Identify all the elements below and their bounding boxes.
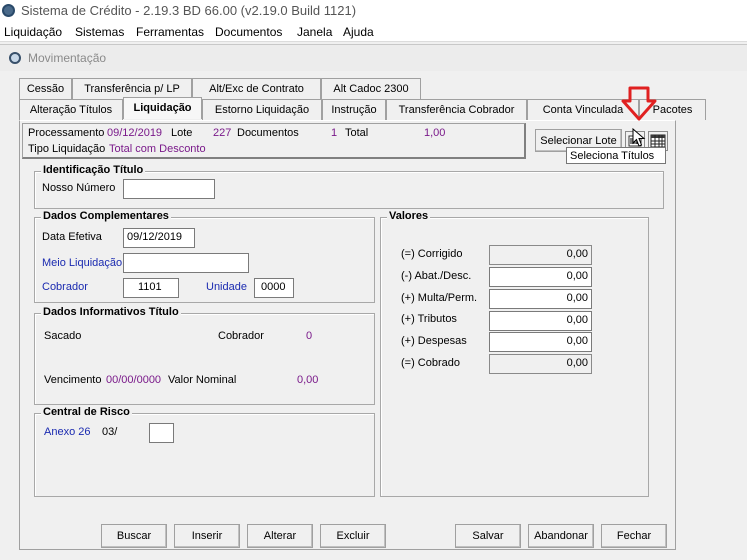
dados-informativos-group: Dados Informativos Título Sacado Cobrado… [34, 306, 375, 405]
valor-nominal-label: Valor Nominal [168, 374, 237, 386]
multa-perm-input[interactable]: 0,00 [489, 289, 592, 309]
vencimento-label: Vencimento [44, 374, 102, 386]
corrigido-field: 0,00 [489, 245, 592, 265]
child-caption: Movimentação [0, 45, 747, 71]
meio-liquidacao-label: Meio Liquidação [42, 257, 123, 269]
cobrador-input[interactable]: 1101 [123, 278, 179, 298]
tooltip-seleciona-titulos: Seleciona Títulos [566, 147, 666, 164]
tipo-liquidacao-value: Total com Desconto [109, 143, 206, 155]
tab-estorno-liquidacao[interactable]: Estorno Liquidação [202, 99, 322, 120]
app-title: Sistema de Crédito - 2.19.3 BD 66.00 (v2… [21, 3, 357, 18]
informativo-cobrador-value: 0 [306, 330, 313, 342]
valores-title: Valores [387, 210, 431, 222]
alterar-button[interactable]: Alterar [247, 524, 313, 548]
despesas-input[interactable]: 0,00 [489, 332, 592, 352]
window-icon [9, 52, 21, 64]
app-title-bar: Sistema de Crédito - 2.19.3 BD 66.00 (v2… [0, 0, 747, 22]
nosso-numero-label: Nosso Número [42, 182, 116, 194]
corrigido-label: (=) Corrigido [401, 248, 463, 260]
central-risco-title: Central de Risco [41, 406, 132, 418]
unidade-label: Unidade [206, 281, 247, 293]
anexo-26-value: 03/ [102, 426, 118, 438]
anexo-26-label: Anexo 26 [44, 426, 91, 438]
tab-alt-cadoc-2300[interactable]: Alt Cadoc 2300 [321, 78, 421, 99]
lote-value: 227 [213, 127, 232, 139]
highlight-arrow-icon [621, 86, 657, 121]
tributos-input[interactable]: 0,00 [489, 311, 592, 331]
abat-desc-label: (-) Abat./Desc. [401, 270, 472, 282]
tipo-liquidacao-label: Tipo Liquidação [28, 143, 106, 155]
processamento-label: Processamento [28, 127, 105, 139]
unidade-input[interactable]: 0000 [254, 278, 294, 298]
anexo-26-input[interactable] [149, 423, 174, 443]
cobrador-label: Cobrador [42, 281, 88, 293]
total-label: Total [345, 127, 369, 139]
mouse-cursor-icon [632, 128, 646, 147]
app-icon [2, 4, 15, 17]
meio-liquidacao-input[interactable] [123, 253, 249, 273]
central-risco-group: Central de Risco Anexo 26 03/ [34, 406, 375, 497]
fechar-button[interactable]: Fechar [601, 524, 667, 548]
tab-cessao[interactable]: Cessão [19, 78, 72, 99]
data-efetiva-label: Data Efetiva [42, 231, 102, 243]
menu-liquidacao[interactable]: Liquidação [4, 25, 62, 39]
tab-transferencia-cobrador[interactable]: Transferência Cobrador [386, 99, 527, 120]
informativos-title: Dados Informativos Título [41, 306, 181, 318]
child-window-title: Movimentação [28, 51, 107, 65]
cobrado-field: 0,00 [489, 354, 592, 374]
tab-instrucao[interactable]: Instrução [322, 99, 386, 120]
lote-label: Lote [171, 127, 193, 139]
menu-ajuda[interactable]: Ajuda [343, 25, 374, 39]
tab-liquidacao[interactable]: Liquidação [123, 97, 202, 119]
abandonar-button[interactable]: Abandonar [528, 524, 594, 548]
tab-alt-exc-contrato[interactable]: Alt/Exc de Contrato [192, 78, 321, 99]
cobrado-label: (=) Cobrado [401, 357, 461, 369]
data-efetiva-input[interactable]: 09/12/2019 [123, 228, 195, 248]
valores-group: Valores (=) Corrigido 0,00 (-) Abat./Des… [380, 210, 649, 497]
total-value: 1,00 [424, 127, 446, 139]
identificacao-title: Identificação Título [41, 164, 146, 176]
sacado-label: Sacado [44, 330, 82, 342]
valor-nominal-value: 0,00 [297, 374, 319, 386]
dados-complementares-group: Dados Complementares Data Efetiva 09/12/… [34, 210, 375, 303]
menu-bar: Liquidação Sistemas Ferramentas Document… [0, 22, 747, 42]
documentos-label: Documentos [237, 127, 299, 139]
menu-ferramentas[interactable]: Ferramentas [136, 25, 204, 39]
documentos-value: 1 [331, 127, 338, 139]
menu-documentos[interactable]: Documentos [215, 25, 282, 39]
menu-sistemas[interactable]: Sistemas [75, 25, 124, 39]
excluir-button[interactable]: Excluir [320, 524, 386, 548]
buscar-button[interactable]: Buscar [101, 524, 167, 548]
complementares-title: Dados Complementares [41, 210, 171, 222]
batch-info-bar: Processamento 09/12/2019 Lote 227 Docume… [22, 123, 526, 159]
inserir-button[interactable]: Inserir [174, 524, 240, 548]
processamento-value: 09/12/2019 [107, 127, 163, 139]
tributos-label: (+) Tributos [401, 313, 457, 325]
abat-desc-input[interactable]: 0,00 [489, 267, 592, 287]
identificacao-titulo-group: Identificação Título Nosso Número [34, 164, 664, 209]
tab-alteracao-titulos[interactable]: Alteração Títulos [19, 99, 123, 120]
menu-janela[interactable]: Janela [297, 25, 332, 39]
salvar-button[interactable]: Salvar [455, 524, 521, 548]
nosso-numero-input[interactable] [123, 179, 215, 199]
tab-transferencia-lp[interactable]: Transferência p/ LP [72, 78, 192, 99]
multa-perm-label: (+) Multa/Perm. [401, 292, 478, 304]
informativo-cobrador-label: Cobrador [218, 330, 264, 342]
despesas-label: (+) Despesas [401, 335, 467, 347]
vencimento-value: 00/00/0000 [106, 374, 162, 386]
